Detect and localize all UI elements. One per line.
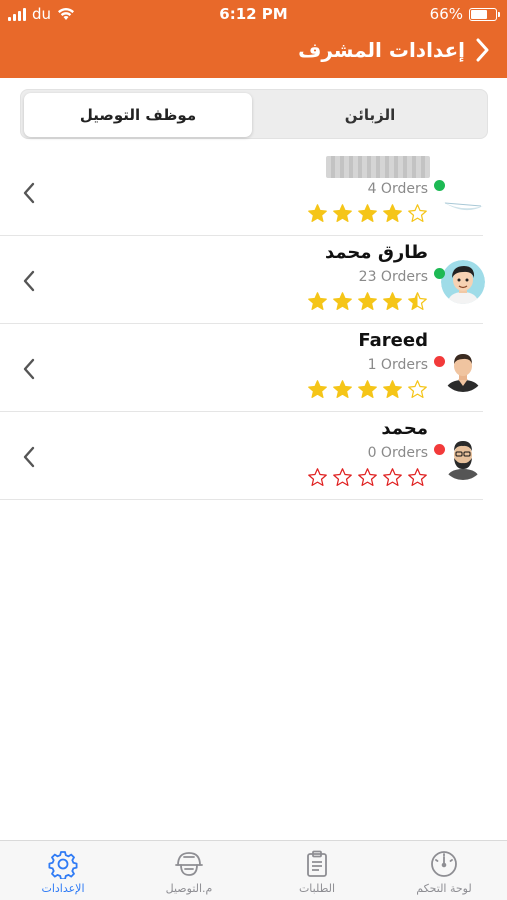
star-empty-icon <box>358 468 377 486</box>
tab-orders[interactable]: الطلبات <box>254 841 380 900</box>
tab-label: الطلبات <box>298 882 336 895</box>
staff-name: محمد <box>381 418 428 439</box>
man-avatar <box>441 348 485 392</box>
star-filled-icon <box>308 204 327 222</box>
status-dot <box>434 444 445 455</box>
status-dot <box>434 268 445 279</box>
star-filled-icon <box>358 204 377 222</box>
row-divider <box>0 499 483 500</box>
staff-name: Fareed <box>358 330 428 351</box>
segment-customers[interactable]: الزبائن <box>256 93 484 137</box>
status-dot <box>434 180 445 191</box>
tab-label: الإعدادات <box>41 882 85 895</box>
title-row[interactable]: إعدادات المشرف <box>298 38 489 62</box>
star-filled-icon <box>333 204 352 222</box>
tab-settings[interactable]: الإعدادات <box>0 841 126 900</box>
status-right: 66% <box>429 5 500 23</box>
star-empty-icon <box>408 468 427 486</box>
chevron-left-icon <box>23 182 35 204</box>
tab-delivery[interactable]: م.التوصيل <box>126 841 252 900</box>
staff-name-redacted <box>326 156 430 178</box>
staff-orders: 1 Orders <box>367 357 428 373</box>
star-filled-icon <box>308 292 327 310</box>
status-dot <box>434 356 445 367</box>
star-empty-icon <box>408 204 427 222</box>
star-rating <box>307 467 428 488</box>
star-filled-icon <box>383 292 402 310</box>
chevron-left-icon <box>23 446 35 468</box>
star-empty-icon <box>383 468 402 486</box>
star-filled-icon <box>333 292 352 310</box>
placeholder-avatar <box>441 172 485 216</box>
battery-icon <box>469 7 500 21</box>
star-filled-icon <box>383 204 402 222</box>
staff-row[interactable]: Fareed 1 Orders <box>0 324 507 412</box>
star-rating <box>307 379 428 400</box>
staff-orders: 4 Orders <box>367 181 428 197</box>
segment-delivery-staff[interactable]: موظف التوصيل <box>24 93 252 137</box>
chevron-left-icon <box>23 270 35 292</box>
staff-name: طارق محمد <box>324 242 428 263</box>
delivery-helmet-icon <box>175 852 203 876</box>
staff-list: 4 Orders طارق محمد 23 Orders Fareed 1 Or… <box>0 148 507 500</box>
staff-orders: 0 Orders <box>367 445 428 461</box>
staff-row[interactable]: طارق محمد 23 Orders <box>0 236 507 324</box>
speedometer-icon <box>431 851 457 877</box>
tab-label: لوحة التحكم <box>416 882 472 895</box>
segmented-control: موظف التوصيل الزبائن <box>20 89 488 139</box>
tab-label: م.التوصيل <box>165 882 213 895</box>
star-half-icon <box>408 292 427 310</box>
status-bar: du 6:12 PM 66% <box>0 0 507 28</box>
tab-dashboard[interactable]: لوحة التحكم <box>381 841 507 900</box>
staff-row[interactable]: محمد 0 Orders <box>0 412 507 500</box>
star-rating <box>307 291 428 312</box>
chevron-left-icon <box>23 358 35 380</box>
cartoon-man-avatar <box>441 260 485 304</box>
star-filled-icon <box>383 380 402 398</box>
star-filled-icon <box>358 292 377 310</box>
battery-percent: 66% <box>429 5 463 23</box>
star-filled-icon <box>333 380 352 398</box>
clipboard-icon <box>307 850 327 877</box>
header-bar: du 6:12 PM 66% إعدادات المشرف <box>0 0 507 78</box>
staff-row[interactable]: 4 Orders <box>0 148 507 236</box>
star-rating <box>307 203 428 224</box>
star-filled-icon <box>358 380 377 398</box>
chevron-right-icon[interactable] <box>475 38 489 62</box>
bearded-man-avatar <box>441 436 485 480</box>
tab-bar: الإعدادات م.التوصيل الطلبات لوحة التحكم <box>0 840 507 900</box>
gear-icon <box>48 851 78 879</box>
page-title: إعدادات المشرف <box>298 38 465 62</box>
star-filled-icon <box>308 380 327 398</box>
star-empty-icon <box>333 468 352 486</box>
star-empty-icon <box>408 380 427 398</box>
star-empty-icon <box>308 468 327 486</box>
staff-orders: 23 Orders <box>358 269 428 285</box>
